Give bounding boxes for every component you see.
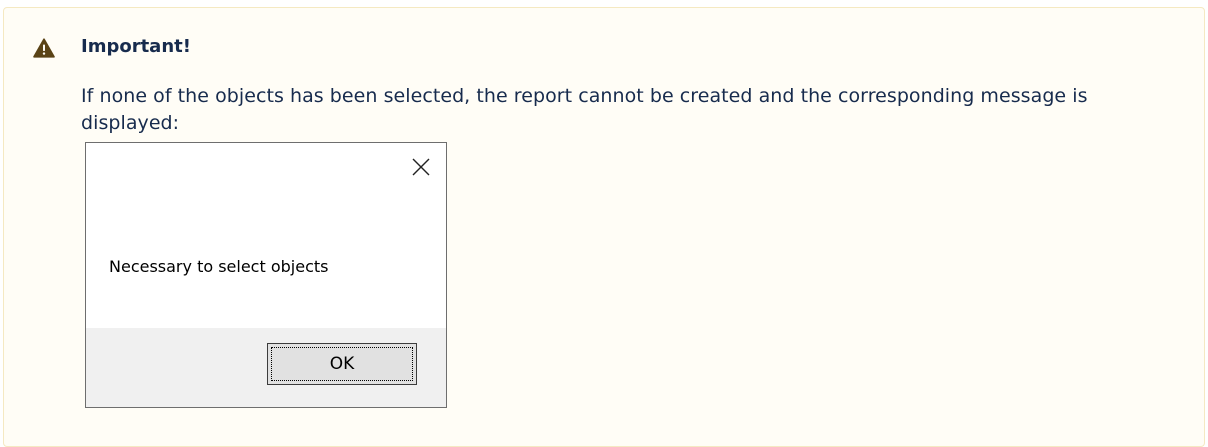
ok-button[interactable]: OK (267, 343, 417, 385)
dialog-message: Necessary to select objects (109, 257, 329, 276)
ok-button-label: OK (329, 354, 355, 374)
note-title: Important! (81, 36, 191, 57)
message-dialog: Necessary to select objects OK (85, 142, 447, 408)
warning-icon (33, 38, 55, 58)
close-icon[interactable] (411, 157, 431, 177)
note-body: If none of the objects has been selected… (81, 85, 1088, 134)
